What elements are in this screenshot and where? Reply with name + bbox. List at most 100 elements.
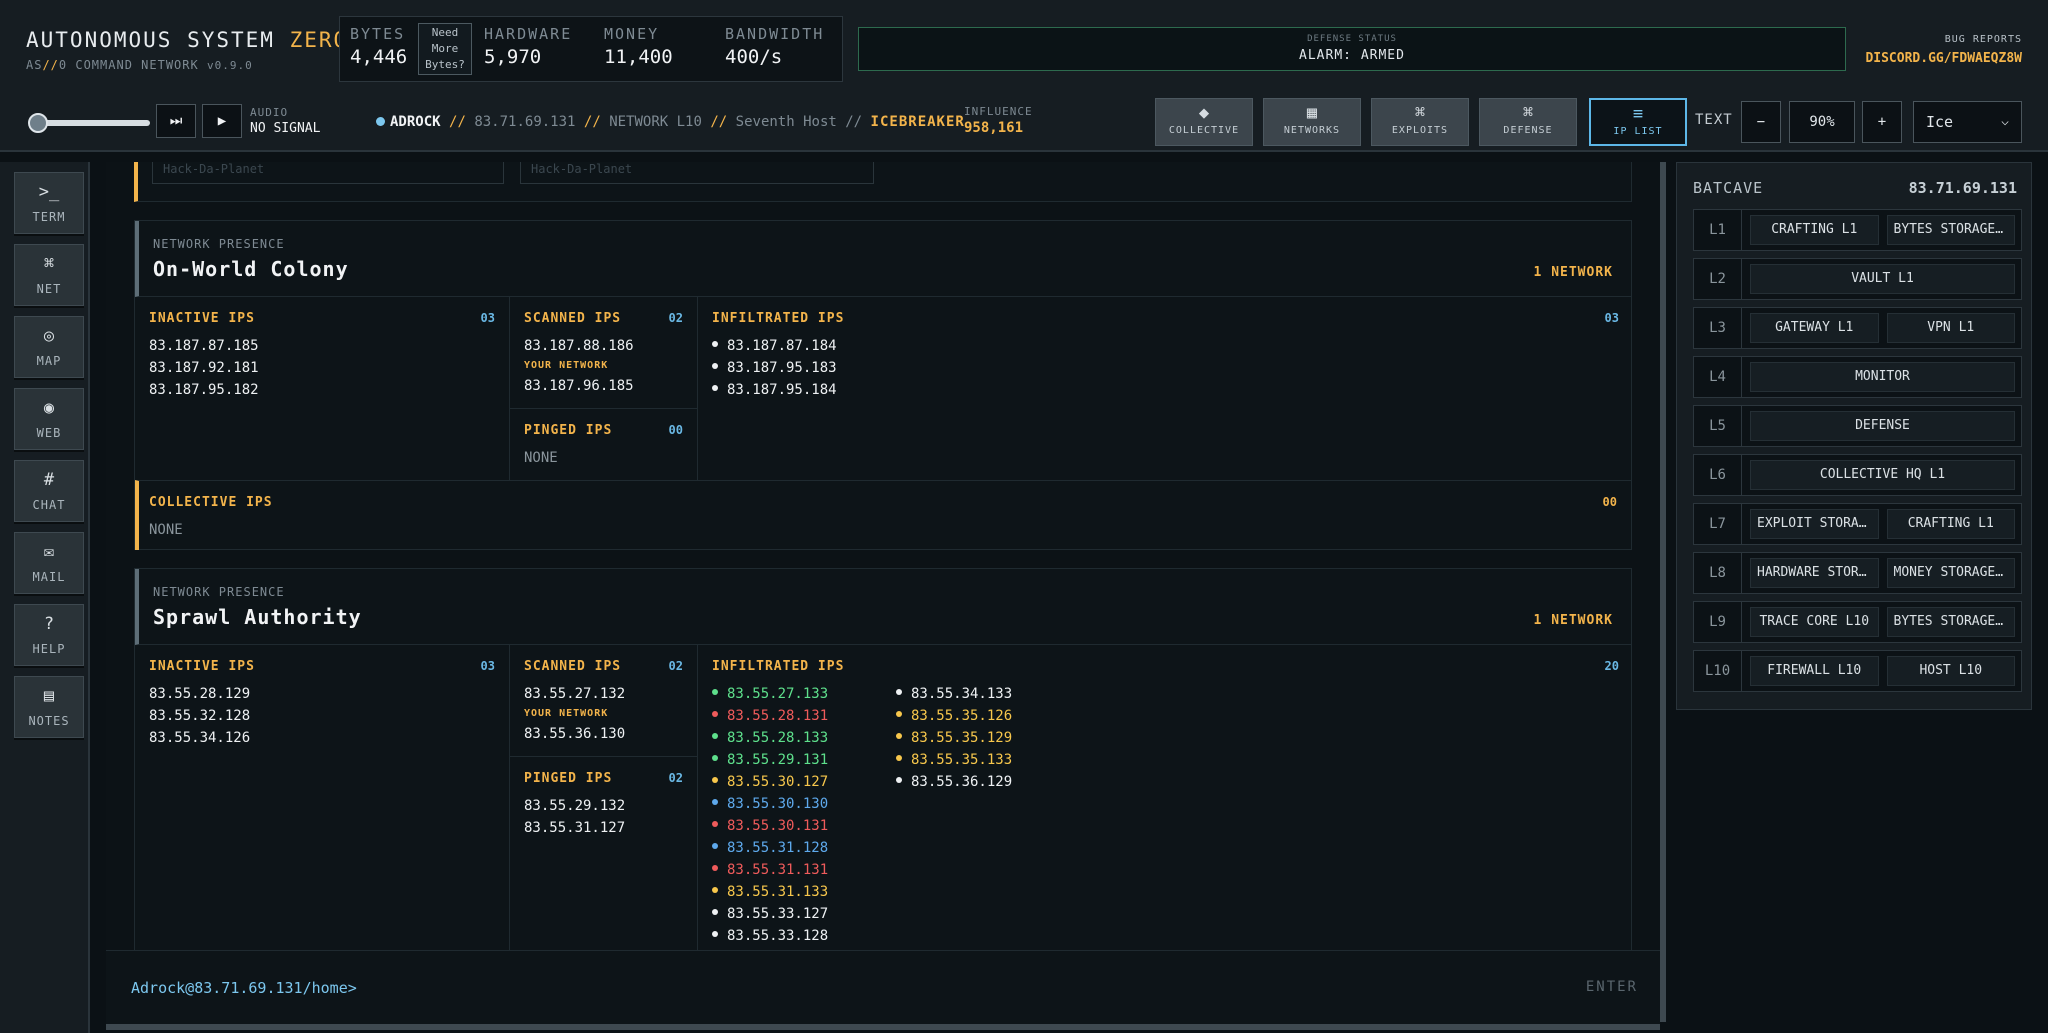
ip-entry[interactable]: 83.55.30.130 — [712, 793, 828, 815]
sidebar-item-term[interactable]: >_ TERM — [14, 172, 84, 234]
ip-list: 83.187.88.186 YOUR NETWORK 83.187.96.185 — [524, 335, 634, 397]
node-button[interactable]: VPN L1 — [1886, 313, 2015, 343]
resource-stats: BYTES 4,446 Need More Bytes? HARDWARE 5,… — [339, 16, 843, 82]
main-vertical-scrollbar[interactable] — [1660, 162, 1666, 1022]
volume-slider[interactable] — [28, 113, 150, 133]
influence-value: 958,161 — [964, 120, 1024, 136]
node-button[interactable]: BYTES STORAGE... — [1886, 607, 2015, 637]
sidebar-item-chat[interactable]: # CHAT — [14, 460, 84, 522]
level-number: L10 — [1694, 651, 1742, 691]
node-button[interactable]: CRAFTING L1 — [1886, 509, 2015, 539]
ip-entry[interactable]: 83.55.29.131 — [712, 749, 828, 771]
status-dot-icon — [376, 117, 385, 126]
breadcrumb-network[interactable]: NETWORK L10 — [609, 114, 702, 130]
ip-entry[interactable]: 83.55.28.133 — [712, 727, 828, 749]
ip-entry[interactable]: 83.187.95.183 — [712, 357, 837, 379]
ip-entry[interactable]: 83.187.95.184 — [712, 379, 837, 401]
ip-entry[interactable]: 83.55.29.132 — [524, 795, 625, 817]
previous-input[interactable]: Hack-Da-Planet — [520, 162, 874, 184]
node-button[interactable]: HOST L10 — [1886, 656, 2015, 686]
ip-entry[interactable]: 83.55.36.130 — [524, 723, 625, 745]
node-button[interactable]: DEFENSE — [1750, 411, 2015, 441]
nav-collective-button[interactable]: ◆ COLLECTIVE — [1155, 98, 1253, 146]
node-button[interactable]: CRAFTING L1 — [1750, 215, 1879, 245]
grid-icon: ▦ — [1306, 103, 1318, 123]
ip-entry[interactable]: 83.55.31.127 — [524, 817, 625, 839]
breadcrumb-user[interactable]: ADROCK — [390, 114, 441, 130]
play-button[interactable]: ▶ — [202, 104, 242, 138]
node-button[interactable]: VAULT L1 — [1750, 264, 2015, 294]
nav-ip-list-button[interactable]: ≡ IP LIST — [1589, 98, 1687, 146]
theme-select[interactable]: Ice ⌵ — [1913, 101, 2022, 143]
network-presence-card: NETWORK PRESENCE Sprawl Authority 1 NETW… — [134, 568, 1632, 950]
skip-forward-button[interactable]: ⏭ — [156, 104, 196, 138]
ip-entry[interactable]: 83.55.30.127 — [712, 771, 828, 793]
need-more-bytes-button[interactable]: Need More Bytes? — [418, 23, 472, 75]
host-levels-panel: BATCAVE 83.71.69.131 L1 CRAFTING L1 BYTES … — [1676, 162, 2032, 710]
ip-entry[interactable]: 83.187.92.181 — [149, 357, 259, 379]
ip-entry[interactable]: 83.55.27.132 — [524, 683, 625, 705]
command-line[interactable]: Adrock@83.71.69.131/home> ENTER — [106, 950, 1660, 1026]
node-button[interactable]: FIREWALL L10 — [1750, 656, 1879, 686]
ip-entry[interactable]: 83.55.28.129 — [149, 683, 250, 705]
ip-entry[interactable]: 83.55.33.127 — [712, 903, 828, 925]
sidebar-item-help[interactable]: ? HELP — [14, 604, 84, 666]
ip-entry[interactable]: 83.187.87.184 — [712, 335, 837, 357]
previous-input[interactable]: Hack-Da-Planet — [152, 162, 504, 184]
level-buttons: VAULT L1 — [1750, 264, 2015, 294]
ip-entry[interactable]: 83.55.32.128 — [149, 705, 250, 727]
sidebar-item-notes[interactable]: ▤ NOTES — [14, 676, 84, 738]
sidebar-item-web[interactable]: ◉ WEB — [14, 388, 84, 450]
level-number: L1 — [1694, 210, 1742, 250]
nav-defense-button[interactable]: ⌘ DEFENSE — [1479, 98, 1577, 146]
node-button[interactable]: GATEWAY L1 — [1750, 313, 1879, 343]
volume-slider-handle[interactable] — [28, 113, 48, 133]
breadcrumb-host[interactable]: Seventh Host — [736, 114, 837, 130]
ip-entry[interactable]: 83.55.36.129 — [896, 771, 1012, 793]
text-increase-button[interactable]: + — [1862, 101, 1902, 143]
ip-entry[interactable]: 83.187.87.185 — [149, 335, 259, 357]
node-button[interactable]: MONEY STORAGE... — [1886, 558, 2015, 588]
node-button[interactable]: EXPLOIT STORA... — [1750, 509, 1879, 539]
bug-reports-link[interactable]: DISCORD.GG/FDWAEQZ8W — [1865, 51, 2022, 66]
sidebar-item-map[interactable]: ◎ MAP — [14, 316, 84, 378]
node-button[interactable]: HARDWARE STOR... — [1750, 558, 1879, 588]
ip-entry[interactable]: 83.55.34.126 — [149, 727, 250, 749]
nav-exploits-button[interactable]: ⌘ EXPLOITS — [1371, 98, 1469, 146]
node-button[interactable]: MONITOR — [1750, 362, 2015, 392]
main-horizontal-scrollbar[interactable] — [106, 1024, 1660, 1030]
ip-entry[interactable]: 83.55.35.129 — [896, 727, 1012, 749]
ip-text: 83.55.28.133 — [727, 730, 829, 746]
ip-entry[interactable]: 83.55.31.128 — [712, 837, 828, 859]
command-prompt[interactable]: Adrock@83.71.69.131/home> — [131, 979, 357, 997]
text-decrease-button[interactable]: − — [1741, 101, 1781, 143]
node-button[interactable]: COLLECTIVE HQ L1 — [1750, 460, 2015, 490]
ip-entry[interactable]: 83.187.88.186 — [524, 335, 634, 357]
breadcrumb-ip[interactable]: 83.71.69.131 — [474, 114, 575, 130]
sidebar-item-mail[interactable]: ✉ MAIL — [14, 532, 84, 594]
ip-entry[interactable]: 83.187.95.182 — [149, 379, 259, 401]
breadcrumb-separator: // — [845, 114, 863, 130]
ip-entry[interactable]: 83.55.35.126 — [896, 705, 1012, 727]
ip-entry[interactable]: 83.55.28.131 — [712, 705, 828, 727]
ip-entry[interactable]: 83.55.31.133 — [712, 881, 828, 903]
breadcrumb-tool[interactable]: ICEBREAKER — [871, 114, 965, 130]
ip-entry[interactable]: 83.55.33.128 — [712, 925, 828, 947]
ip-entry[interactable]: 83.55.35.133 — [896, 749, 1012, 771]
ip-entry[interactable]: 83.55.30.131 — [712, 815, 828, 837]
diamond-icon: ◆ — [1198, 103, 1210, 123]
nav-networks-button[interactable]: ▦ NETWORKS — [1263, 98, 1361, 146]
column-count: 00 — [668, 423, 683, 437]
network-presence-card: NETWORK PRESENCE On-World Colony 1 NETWO… — [134, 220, 1632, 550]
node-button[interactable]: TRACE CORE L10 — [1750, 607, 1879, 637]
sidebar-item-net[interactable]: ⌘ NET — [14, 244, 84, 306]
ip-list: 83.55.29.132 83.55.31.127 — [524, 795, 625, 839]
ip-entry[interactable]: 83.55.31.131 — [712, 859, 828, 881]
ip-entry[interactable]: 83.55.34.133 — [896, 683, 1012, 705]
column-count: 03 — [480, 659, 495, 673]
enter-button[interactable]: ENTER — [1586, 979, 1638, 995]
ip-entry[interactable]: 83.187.96.185 — [524, 375, 634, 397]
node-button[interactable]: BYTES STORAGE... — [1886, 215, 2015, 245]
bullet-icon — [712, 821, 718, 827]
ip-entry[interactable]: 83.55.27.133 — [712, 683, 828, 705]
